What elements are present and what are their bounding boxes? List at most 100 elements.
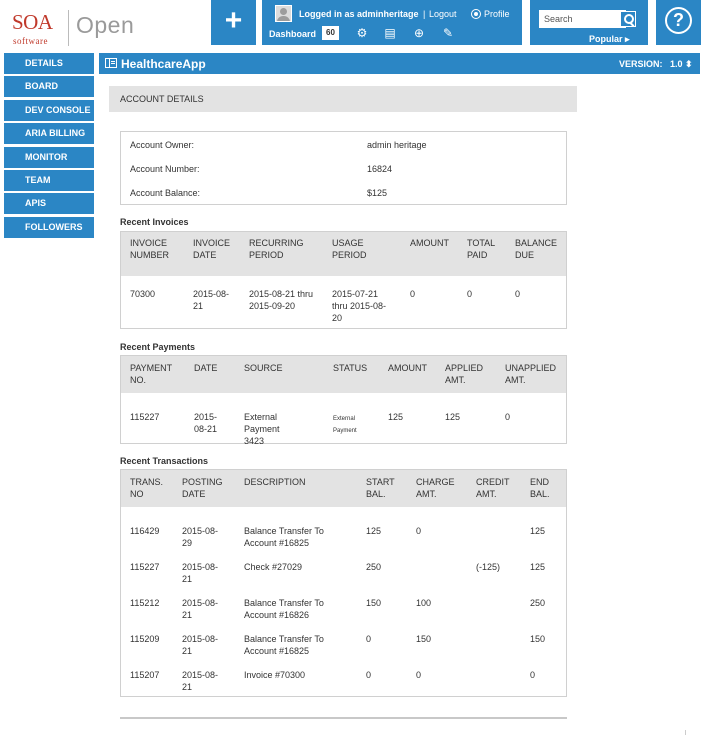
soa-open-logo[interactable]: SOA software Open <box>12 10 137 46</box>
table-cell: 2015-08-21 <box>193 289 230 311</box>
col-description: DESCRIPTION <box>244 477 306 487</box>
col-unapplied-amt: UNAPPLIED AMT. <box>505 363 557 385</box>
table-cell: 150 <box>530 634 546 644</box>
owner-label: Account Owner: <box>130 140 195 150</box>
col-total-paid: TOTAL PAID <box>467 238 495 260</box>
table-cell: 0 <box>410 289 416 299</box>
profile-icon[interactable] <box>471 9 481 19</box>
recent-payments-title: Recent Payments <box>120 342 196 352</box>
table-cell: External Payment 3423 <box>244 412 280 446</box>
sidebar-item-details[interactable]: DETAILS <box>4 53 94 74</box>
col-invoice-date: INVOICE DATE <box>193 238 231 260</box>
table-cell: 116429 <box>130 526 160 536</box>
col-posting-date: POSTING DATE <box>182 477 223 499</box>
table-cell: 2015-08-21 thru 2015-09-20 <box>249 289 314 311</box>
recent-invoices-title: Recent Invoices <box>120 217 189 227</box>
scroll-edge <box>685 730 686 735</box>
table-cell: 100 <box>416 598 432 608</box>
search-icon[interactable] <box>620 11 636 27</box>
table-cell: 2015-08-21 <box>182 598 219 620</box>
sidebar-item-team[interactable]: TEAM <box>4 169 94 191</box>
sidebar-item-apis[interactable]: APIS <box>4 193 94 215</box>
invoices-table: INVOICE NUMBER INVOICE DATE RECURRING PE… <box>120 231 567 329</box>
table-cell: 125 <box>530 526 546 536</box>
table-cell: 2015-08-29 <box>182 526 219 548</box>
table-cell: 125 <box>445 412 461 422</box>
col-usage-period: USAGE PERIOD <box>332 238 367 260</box>
table-cell: 70300 <box>130 289 156 299</box>
payment-status: External Payment <box>333 416 357 434</box>
table-cell: Balance Transfer To Account #16825 <box>244 526 324 548</box>
number-label: Account Number: <box>130 164 200 174</box>
table-cell: 0 <box>366 670 372 680</box>
payments-header-row: PAYMENT NO. DATE SOURCE STATUS AMOUNT AP… <box>121 356 566 393</box>
sidebar-item-followers[interactable]: FOLLOWERS <box>4 216 94 238</box>
search-input[interactable] <box>539 10 626 28</box>
version-select[interactable]: 1.0 ⬍ <box>670 59 693 70</box>
invoices-header-row: INVOICE NUMBER INVOICE DATE RECURRING PE… <box>121 232 566 276</box>
table-cell: Check #27029 <box>244 562 303 572</box>
popular-link[interactable]: Popular ▸ <box>589 34 630 45</box>
col-date: DATE <box>194 363 218 373</box>
logo-divider <box>68 10 69 46</box>
table-cell: 2015-08-21 <box>194 412 218 434</box>
col-recurring-period: RECURRING PERIOD <box>249 238 304 260</box>
logo-tagline: software <box>13 36 48 46</box>
table-cell: 0 <box>530 670 536 680</box>
help-button[interactable]: ? <box>656 0 701 45</box>
add-button[interactable]: + <box>211 0 256 45</box>
panel-icon[interactable]: ▤ <box>383 26 397 40</box>
table-cell: 150 <box>366 598 382 608</box>
table-cell: 125 <box>366 526 382 536</box>
account-details-heading: ACCOUNT DETAILS <box>109 86 577 112</box>
table-cell: 0 <box>416 670 422 680</box>
transactions-header-row: TRANS. NO POSTING DATE DESCRIPTION START… <box>121 470 566 507</box>
table-cell: Balance Transfer To Account #16826 <box>244 598 324 620</box>
search-panel: Popular ▸ <box>530 0 648 45</box>
table-cell: 250 <box>530 598 546 608</box>
globe-icon[interactable]: ⊕ <box>412 26 426 40</box>
table-cell: 115227 <box>130 562 160 572</box>
sidebar-item-board[interactable]: BOARD <box>4 76 94 98</box>
dashboard-link[interactable]: Dashboard <box>269 29 316 39</box>
col-credit-amt: CREDIT AMT. <box>476 477 510 499</box>
logo-product: Open <box>76 12 135 38</box>
table-cell: 2015-08-21 <box>182 562 219 584</box>
balance-value: $125 <box>367 188 388 198</box>
col-end-bal: END BAL. <box>530 477 550 499</box>
col-amount: AMOUNT <box>410 238 449 248</box>
gears-icon[interactable]: ⚙ <box>355 26 369 40</box>
table-cell: (-125) <box>476 562 501 572</box>
user-bar: Logged in as adminheritage | Logout Prof… <box>262 0 522 45</box>
profile-link[interactable]: Profile <box>484 9 510 19</box>
separator: | <box>423 9 426 19</box>
balance-label: Account Balance: <box>130 188 201 198</box>
table-cell: 0 <box>467 289 473 299</box>
version-label: VERSION: <box>619 59 663 69</box>
col-charge-amt: CHARGE AMT. <box>416 477 455 499</box>
col-status: STATUS <box>333 363 368 373</box>
col-invoice-number: INVOICE NUMBER <box>130 238 170 260</box>
account-info-box: Account Owner: admin heritage Account Nu… <box>120 131 567 205</box>
number-value: 16824 <box>367 164 393 174</box>
app-bar: HealthcareApp VERSION: 1.0 ⬍ <box>99 53 700 74</box>
table-cell: 115212 <box>130 598 160 608</box>
app-title: HealthcareApp <box>121 57 206 71</box>
table-cell: 2015-08-21 <box>182 634 219 656</box>
table-cell: 0 <box>505 412 511 422</box>
sidebar-item-monitor[interactable]: MONITOR <box>4 146 94 168</box>
owner-value: admin heritage <box>367 140 427 150</box>
sidebar-item-dev-console[interactable]: DEV CONSOLE <box>4 99 94 121</box>
table-cell: 0 <box>515 289 521 299</box>
logout-link[interactable]: Logout <box>429 9 457 19</box>
wrench-icon[interactable]: ✎ <box>441 26 455 40</box>
table-cell: 2015-07-21 thru 2015-08-20 <box>332 289 387 323</box>
col-start-bal: START BAL. <box>366 477 395 499</box>
table-cell: 150 <box>416 634 432 644</box>
table-cell: Invoice #70300 <box>244 670 306 680</box>
avatar[interactable] <box>275 5 292 22</box>
col-payment-no: PAYMENT NO. <box>130 363 173 385</box>
col-amount: AMOUNT <box>388 363 427 373</box>
table-cell: 125 <box>388 412 404 422</box>
sidebar-item-aria-billing[interactable]: ARIA BILLING <box>4 123 94 145</box>
